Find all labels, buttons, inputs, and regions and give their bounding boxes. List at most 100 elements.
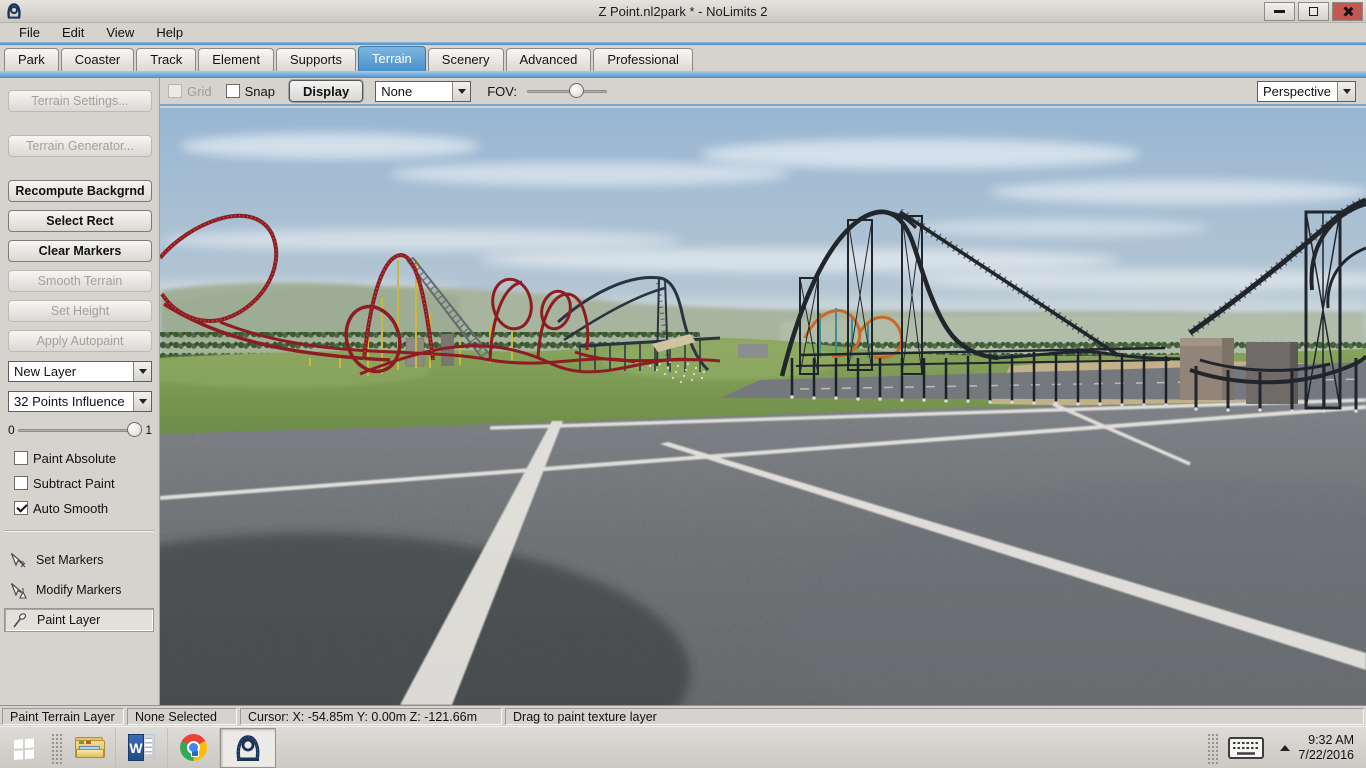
auto-smooth-checkbox[interactable] [14,501,28,515]
system-tray: 9:32 AM 7/22/2016 [1204,727,1366,768]
close-button[interactable] [1332,2,1363,21]
minimize-button[interactable] [1264,2,1295,21]
word-button[interactable]: W [116,727,168,768]
menu-view[interactable]: View [95,25,145,40]
terrain-sidebar: Terrain Settings... Terrain Generator...… [0,78,160,705]
restore-button[interactable] [1298,2,1329,21]
chrome-icon [180,734,207,761]
slider-max-label: 1 [145,423,152,437]
tab-professional[interactable]: Professional [593,48,693,71]
auto-smooth-label: Auto Smooth [33,500,109,516]
tab-element[interactable]: Element [198,48,274,71]
chevron-down-icon [457,88,466,94]
keyboard-icon[interactable] [1226,735,1266,761]
smooth-terrain-button[interactable]: Smooth Terrain [8,270,152,292]
modify-markers-tool[interactable]: Modify Markers [4,578,154,602]
clock-time: 9:32 AM [1308,732,1354,747]
status-bar: Paint Terrain Layer None Selected Cursor… [0,705,1366,726]
terrain-toolbar: Grid Snap Display None FOV: Perspective [160,78,1366,106]
grid-label: Grid [187,83,212,99]
influence-select[interactable]: 32 Points Influence [8,391,152,412]
paint-absolute-checkbox[interactable] [14,451,28,465]
tray-grip[interactable] [1206,731,1219,764]
auto-smooth-row: Auto Smooth [14,500,108,516]
start-button[interactable] [0,727,48,768]
tab-coaster[interactable]: Coaster [60,48,135,71]
modify-markers-label: Modify Markers [36,583,122,597]
layer-select-value: New Layer [14,364,77,379]
word-icon: W [128,734,155,761]
set-height-button[interactable]: Set Height [8,300,152,322]
snap-checkbox[interactable] [225,84,240,98]
status-cursor-coords: Cursor: X: -54.85m Y: 0.00m Z: -121.66m [240,708,502,725]
set-markers-tool[interactable]: Set Markers [4,548,154,572]
nolimits-icon [236,734,260,761]
clock-date: 7/22/2016 [1298,747,1354,762]
fov-slider-handle[interactable] [568,83,584,98]
select-rect-button[interactable]: Select Rect [8,210,152,232]
snap-label: Snap [244,83,275,99]
tab-supports[interactable]: Supports [276,48,357,71]
tab-track[interactable]: Track [136,48,197,71]
menu-bar: File Edit View Help [0,23,1366,42]
apply-autopaint-button[interactable]: Apply Autopaint [8,330,152,352]
file-explorer-button[interactable] [64,727,116,768]
view-mode-select[interactable]: Perspective [1257,80,1356,102]
nolimits-taskbar-button[interactable] [220,727,276,768]
view-mode-value: Perspective [1263,83,1331,99]
terrain-generator-button[interactable]: Terrain Generator... [8,135,152,157]
window-title: Z Point.nl2park * - NoLimits 2 [598,3,768,19]
chrome-button[interactable] [168,727,220,768]
file-explorer-icon [74,736,105,759]
status-hint: Drag to paint texture layer [505,708,1364,725]
grid-checkbox[interactable] [168,84,182,98]
restore-icon [1309,4,1323,16]
taskbar-grip[interactable] [50,731,62,764]
terrain-3d-scene [0,108,1366,768]
paint-strength-handle[interactable] [127,422,142,437]
texture-select[interactable]: None [375,80,472,102]
layer-select[interactable]: New Layer [8,361,152,382]
view-mode-arrow-button[interactable] [1337,81,1355,101]
recompute-backgrnd-button[interactable]: Recompute Backgrnd [8,180,152,202]
set-markers-label: Set Markers [36,553,104,567]
paint-layer-label: Paint Layer [37,613,101,627]
display-button[interactable]: Display [288,80,364,102]
menu-file[interactable]: File [8,25,51,40]
clear-markers-button[interactable]: Clear Markers [8,240,152,262]
slider-min-label: 0 [8,423,15,437]
chevron-down-icon [138,399,147,404]
tab-scenery[interactable]: Scenery [427,48,504,71]
windows-taskbar: W 9:32 AM 7/22/2016 [0,726,1366,768]
set-markers-icon [10,552,26,567]
fov-slider-track [527,90,608,93]
texture-select-value: None [381,83,413,99]
terrain-3d-viewport[interactable] [0,108,1366,768]
subtract-paint-checkbox[interactable] [14,476,28,490]
texture-select-arrow-button[interactable] [452,81,471,101]
influence-select-arrow-button[interactable] [133,392,151,411]
paint-strength-track [18,429,142,432]
fov-label: FOV: [487,83,518,99]
terrain-settings-button[interactable]: Terrain Settings... [8,90,152,112]
parking-lot [0,399,1366,768]
paint-layer-tool[interactable]: Paint Layer [4,608,154,632]
paint-layer-icon [13,612,27,627]
modify-markers-icon [10,582,27,599]
tray-expand-arrow[interactable] [1280,744,1291,751]
fov-slider[interactable] [527,83,608,99]
tab-park[interactable]: Park [4,48,59,71]
subtract-paint-label: Subtract Paint [33,475,115,491]
paint-strength-slider[interactable] [18,422,142,438]
menu-edit[interactable]: Edit [51,25,95,40]
title-bar: Z Point.nl2park * - NoLimits 2 [0,0,1366,23]
tab-advanced[interactable]: Advanced [505,48,592,71]
subtract-paint-row: Subtract Paint [14,475,115,491]
windows-logo-icon [14,737,34,760]
layer-select-arrow-button[interactable] [133,362,151,381]
menu-help[interactable]: Help [145,25,194,40]
taskbar-clock[interactable]: 9:32 AM 7/22/2016 [1298,733,1354,763]
close-icon [1342,6,1353,17]
sidebar-divider [4,530,154,532]
tab-terrain[interactable]: Terrain [358,46,426,71]
